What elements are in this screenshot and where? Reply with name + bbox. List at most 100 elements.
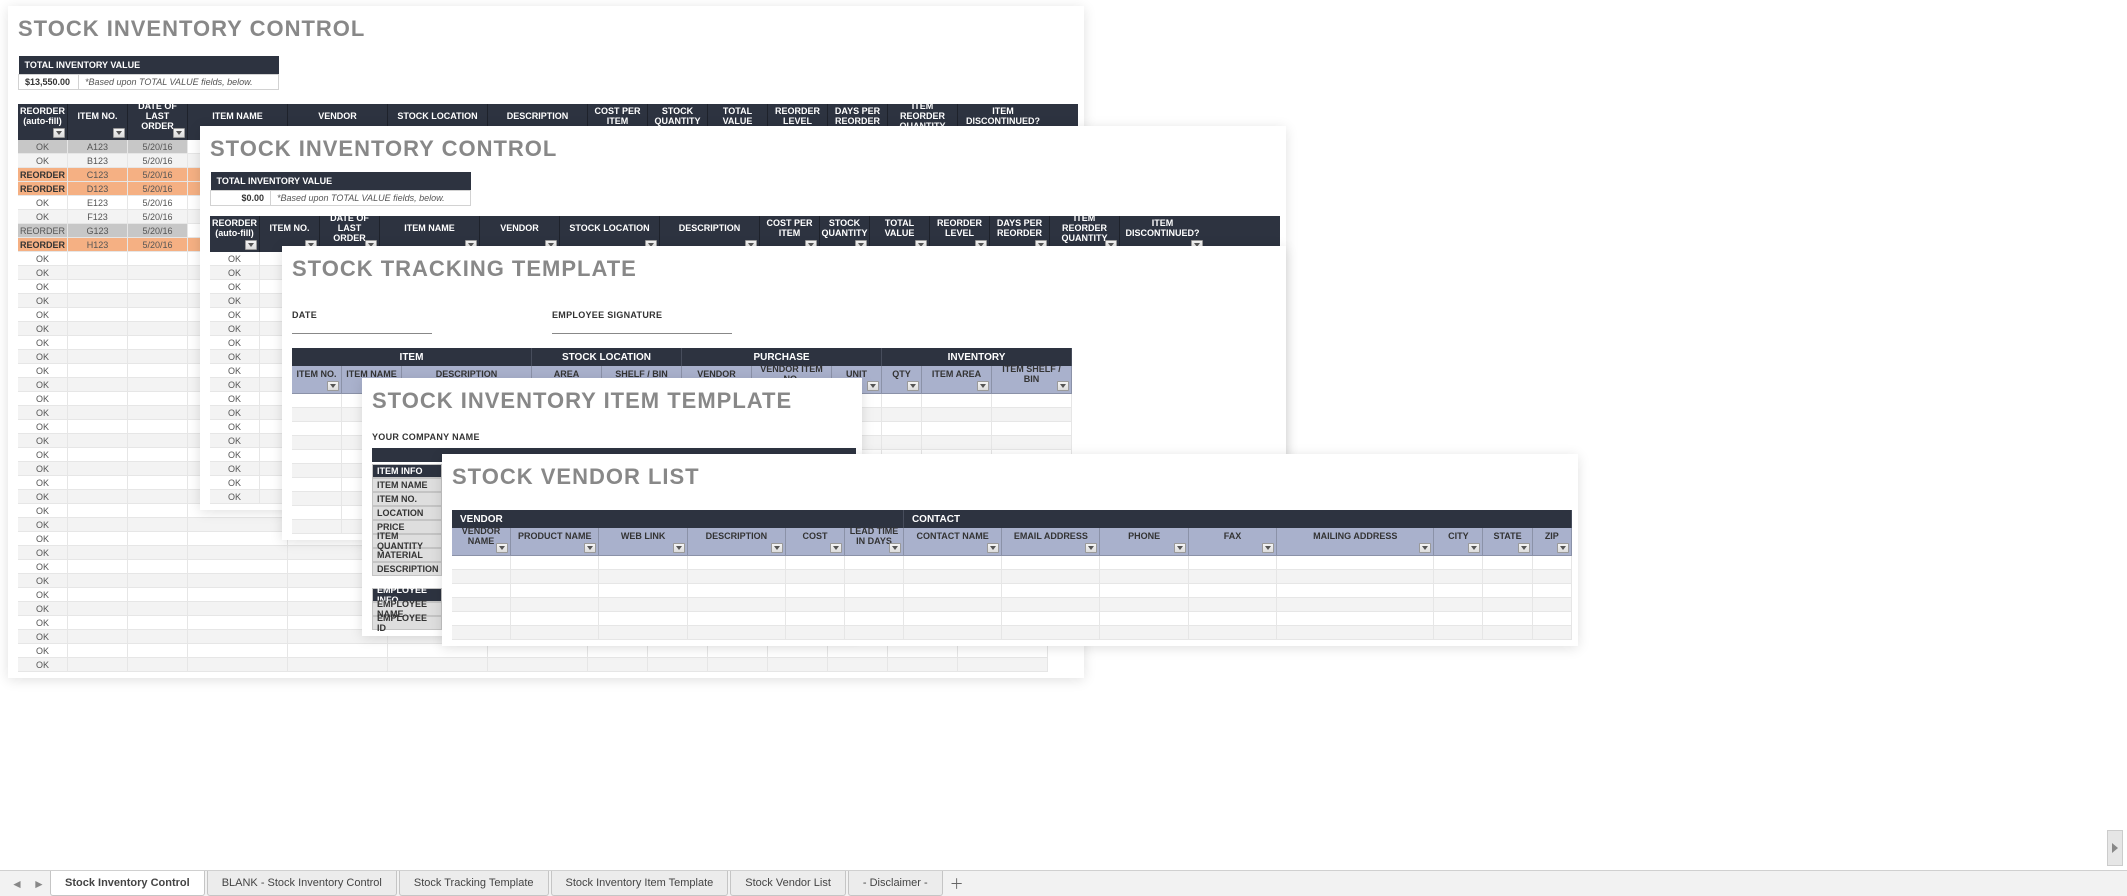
table-cell[interactable]: OK xyxy=(18,196,68,210)
table-cell[interactable]: OK xyxy=(18,490,68,504)
table-cell[interactable] xyxy=(882,436,922,450)
filter-dropdown-icon[interactable] xyxy=(771,543,783,553)
scroll-right-button[interactable] xyxy=(2107,830,2123,866)
table-cell[interactable]: OK xyxy=(18,210,68,224)
table-cell[interactable] xyxy=(128,448,188,462)
filter-dropdown-icon[interactable] xyxy=(1518,543,1530,553)
table-cell[interactable] xyxy=(128,588,188,602)
column-header[interactable]: ZIP xyxy=(1533,528,1572,556)
table-row[interactable] xyxy=(452,626,1572,640)
sheet-tab[interactable]: Stock Tracking Template xyxy=(399,871,549,896)
table-cell[interactable]: OK xyxy=(18,406,68,420)
tab-scroll-left-icon[interactable]: ◄ xyxy=(6,871,28,896)
table-cell[interactable] xyxy=(452,612,511,626)
table-cell[interactable] xyxy=(1002,556,1100,570)
table-cell[interactable] xyxy=(292,492,342,506)
table-cell[interactable]: OK xyxy=(210,266,260,280)
filter-dropdown-icon[interactable] xyxy=(1557,543,1569,553)
filter-dropdown-icon[interactable] xyxy=(1419,543,1431,553)
table-cell[interactable] xyxy=(786,556,845,570)
table-cell[interactable] xyxy=(511,570,599,584)
filter-dropdown-icon[interactable] xyxy=(1262,543,1274,553)
table-cell[interactable]: E123 xyxy=(68,196,128,210)
table-cell[interactable] xyxy=(128,294,188,308)
table-cell[interactable]: OK xyxy=(18,560,68,574)
table-cell[interactable] xyxy=(1434,556,1483,570)
sheet-tab[interactable]: Stock Inventory Control xyxy=(50,871,205,896)
table-cell[interactable] xyxy=(786,612,845,626)
table-cell[interactable] xyxy=(845,584,904,598)
table-cell[interactable] xyxy=(688,584,786,598)
table-cell[interactable] xyxy=(1483,570,1532,584)
table-cell[interactable] xyxy=(708,644,768,658)
table-cell[interactable] xyxy=(68,266,128,280)
table-cell[interactable] xyxy=(292,436,342,450)
table-cell[interactable] xyxy=(1189,598,1277,612)
table-cell[interactable] xyxy=(992,436,1072,450)
table-cell[interactable] xyxy=(68,518,128,532)
table-cell[interactable]: OK xyxy=(210,434,260,448)
table-cell[interactable] xyxy=(1277,598,1434,612)
date-field[interactable] xyxy=(292,320,432,334)
table-cell[interactable] xyxy=(68,420,128,434)
table-cell[interactable] xyxy=(786,584,845,598)
table-cell[interactable]: OK xyxy=(18,616,68,630)
table-cell[interactable] xyxy=(845,612,904,626)
filter-dropdown-icon[interactable] xyxy=(327,381,339,391)
table-cell[interactable] xyxy=(1434,612,1483,626)
table-cell[interactable] xyxy=(452,556,511,570)
table-cell[interactable] xyxy=(128,490,188,504)
table-cell[interactable]: REORDER xyxy=(18,224,68,238)
table-cell[interactable] xyxy=(1533,598,1572,612)
table-cell[interactable]: OK xyxy=(210,406,260,420)
table-cell[interactable] xyxy=(768,644,828,658)
table-cell[interactable] xyxy=(1100,556,1188,570)
table-cell[interactable] xyxy=(128,644,188,658)
table-cell[interactable]: OK xyxy=(18,350,68,364)
table-cell[interactable] xyxy=(188,546,288,560)
table-cell[interactable] xyxy=(992,422,1072,436)
table-cell[interactable] xyxy=(922,436,992,450)
table-cell[interactable] xyxy=(648,658,708,672)
table-cell[interactable] xyxy=(188,616,288,630)
table-cell[interactable] xyxy=(292,408,342,422)
table-row[interactable]: OK xyxy=(18,644,1078,658)
table-cell[interactable] xyxy=(511,612,599,626)
table-cell[interactable]: 5/20/16 xyxy=(128,196,188,210)
table-cell[interactable]: OK xyxy=(210,462,260,476)
table-cell[interactable] xyxy=(1434,570,1483,584)
column-header[interactable]: LEAD TIME IN DAYS xyxy=(845,528,904,556)
table-cell[interactable]: C123 xyxy=(68,168,128,182)
table-cell[interactable] xyxy=(68,630,128,644)
column-header[interactable]: MAILING ADDRESS xyxy=(1277,528,1434,556)
table-cell[interactable] xyxy=(1189,612,1277,626)
table-row[interactable] xyxy=(452,612,1572,626)
table-cell[interactable] xyxy=(922,422,992,436)
table-cell[interactable] xyxy=(68,406,128,420)
table-cell[interactable] xyxy=(292,464,342,478)
table-cell[interactable] xyxy=(1533,556,1572,570)
filter-dropdown-icon[interactable] xyxy=(1085,543,1097,553)
table-cell[interactable]: REORDER xyxy=(18,168,68,182)
table-cell[interactable] xyxy=(882,422,922,436)
table-cell[interactable]: OK xyxy=(210,336,260,350)
table-cell[interactable] xyxy=(128,350,188,364)
table-cell[interactable]: A123 xyxy=(68,140,128,154)
table-cell[interactable] xyxy=(68,588,128,602)
table-cell[interactable]: 5/20/16 xyxy=(128,154,188,168)
table-cell[interactable] xyxy=(288,644,388,658)
table-cell[interactable]: OK xyxy=(18,630,68,644)
sheet-tab[interactable]: - Disclaimer - xyxy=(848,871,943,896)
table-cell[interactable] xyxy=(1483,598,1532,612)
table-cell[interactable] xyxy=(1533,626,1572,640)
table-cell[interactable] xyxy=(128,658,188,672)
table-cell[interactable]: OK xyxy=(210,280,260,294)
table-cell[interactable]: G123 xyxy=(68,224,128,238)
column-header[interactable]: STATE xyxy=(1483,528,1532,556)
column-header[interactable]: CONTACT NAME xyxy=(904,528,1002,556)
table-cell[interactable] xyxy=(388,658,488,672)
table-cell[interactable] xyxy=(1100,612,1188,626)
filter-dropdown-icon[interactable] xyxy=(673,543,685,553)
column-header[interactable]: EMAIL ADDRESS xyxy=(1002,528,1100,556)
table-cell[interactable]: OK xyxy=(18,252,68,266)
